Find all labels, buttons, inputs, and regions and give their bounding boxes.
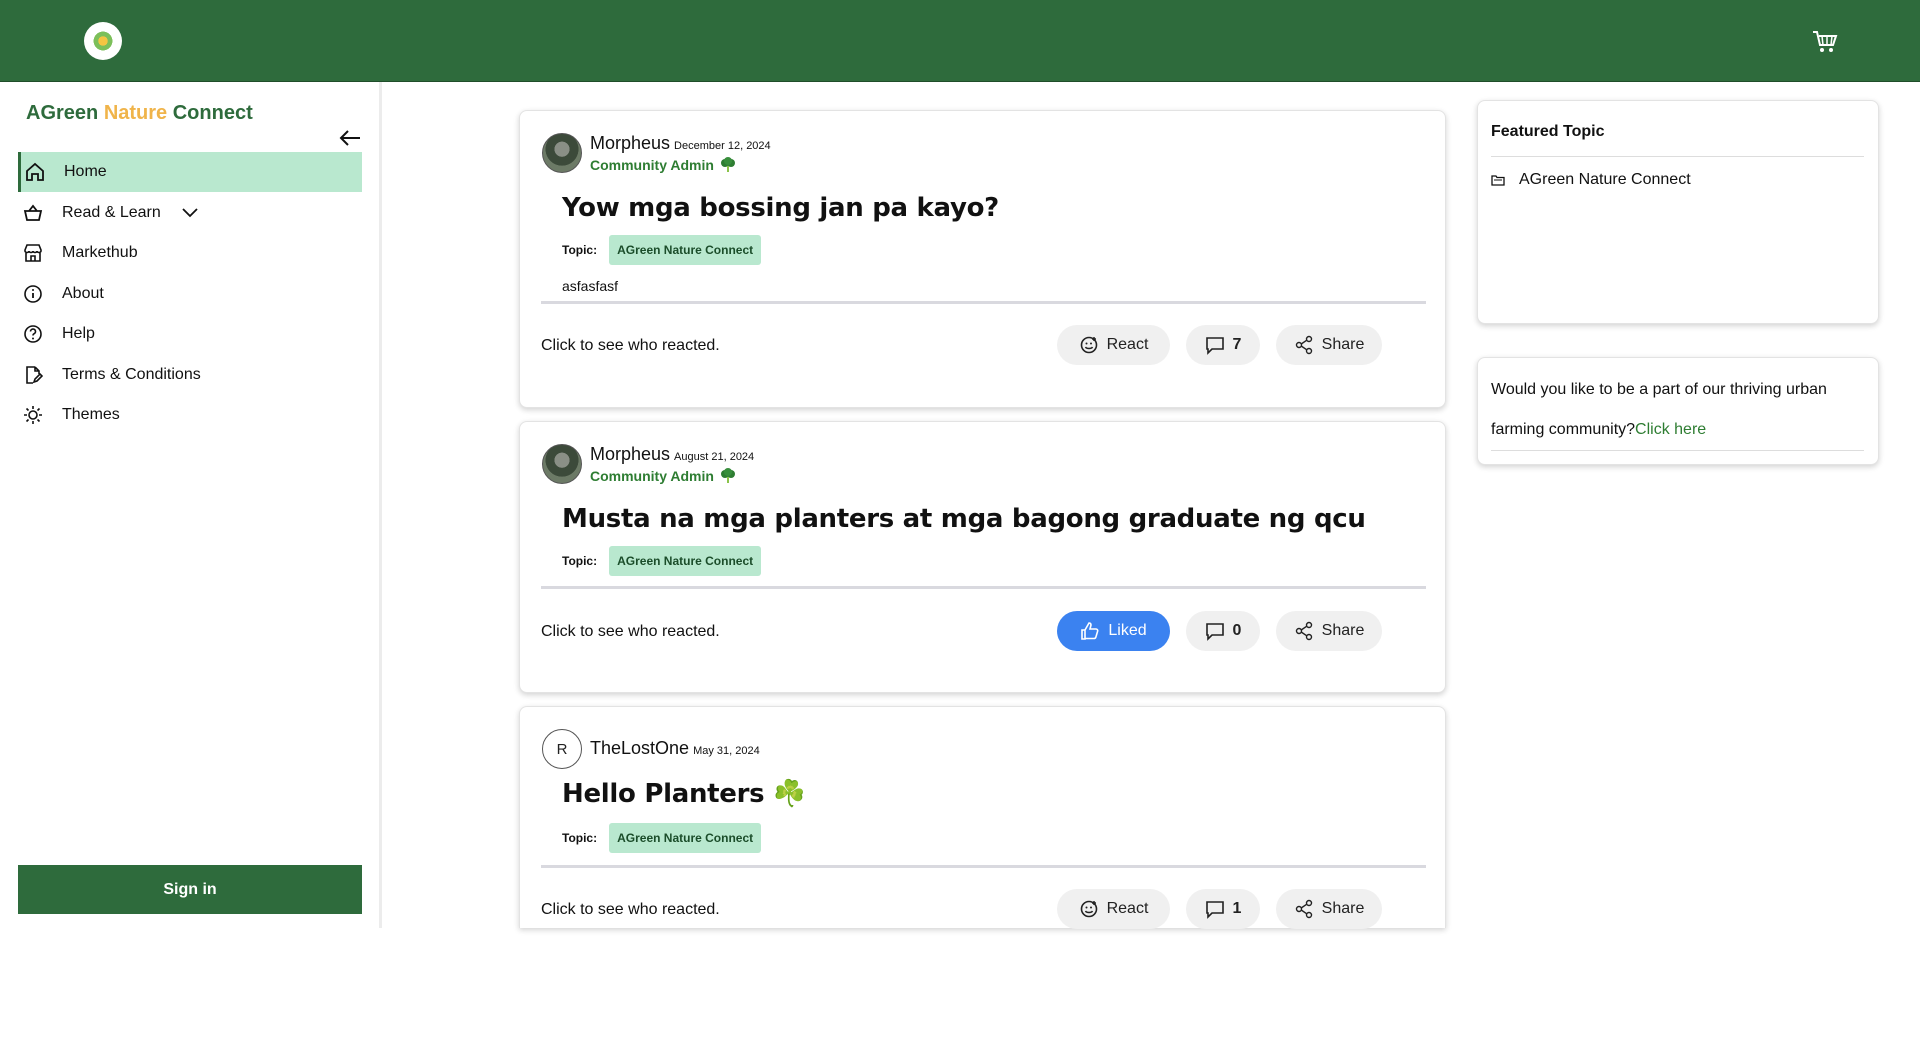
- sidebar-item-markethub[interactable]: Markethub: [18, 233, 362, 273]
- sidebar-item-label: Read & Learn: [62, 203, 161, 221]
- help-icon: [22, 323, 44, 345]
- sidebar-item-label: Terms & Conditions: [62, 365, 201, 383]
- post-divider: [541, 865, 1426, 868]
- sidebar-item-label: Home: [64, 163, 107, 180]
- comment-button[interactable]: 0: [1186, 611, 1260, 651]
- sidebar-item-read-learn[interactable]: Read & Learn: [18, 193, 362, 233]
- agreen-logo[interactable]: [84, 22, 122, 60]
- sidebar-item-label: Help: [62, 325, 95, 342]
- broccoli-icon: [720, 157, 735, 172]
- topic-label: Topic:: [562, 831, 598, 845]
- topic-row: Topic: AGreen Nature Connect: [562, 823, 762, 853]
- post-title[interactable]: Musta na mga planters at mga bagong grad…: [562, 504, 1366, 534]
- thumbs-up-icon: [1081, 622, 1099, 640]
- post-actions: React 7 Share: [1057, 325, 1398, 365]
- sidebar-item-about[interactable]: About: [18, 274, 362, 314]
- post-card: Morpheus August 21, 2024 Community Admin…: [519, 421, 1446, 693]
- sidebar-item-label: About: [62, 284, 104, 302]
- sidebar-item-label: Markethub: [62, 244, 138, 261]
- collapse-arrow-icon[interactable]: [338, 128, 362, 148]
- avatar[interactable]: [542, 133, 582, 173]
- topic-chip[interactable]: AGreen Nature Connect: [609, 823, 762, 853]
- topic-row: Topic: AGreen Nature Connect: [562, 546, 762, 576]
- post-date: August 21, 2024: [674, 451, 755, 463]
- sidebar-item-terms[interactable]: Terms & Conditions: [18, 355, 362, 395]
- topic-chip[interactable]: AGreen Nature Connect: [609, 546, 762, 576]
- join-community-text: Would you like to be a part of our thriv…: [1491, 381, 1827, 438]
- post-author[interactable]: TheLostOne: [590, 738, 689, 759]
- featured-topic-item[interactable]: AGreen Nature Connect: [1491, 171, 1691, 189]
- basket-icon: [22, 202, 44, 224]
- sidebar-nav: Home Read & Learn Markethub About Help T…: [18, 152, 362, 436]
- sun-icon: [22, 404, 44, 426]
- sidebar-item-home[interactable]: Home: [18, 152, 362, 192]
- author-role: Community Admin: [590, 468, 754, 484]
- comment-icon: [1205, 901, 1224, 919]
- featured-topic-title: Featured Topic: [1491, 123, 1605, 140]
- broccoli-icon: [720, 468, 735, 483]
- author-role: Community Admin: [590, 157, 771, 173]
- post-divider: [541, 586, 1426, 589]
- post-actions: React 1 Share: [1057, 889, 1398, 929]
- topic-chip[interactable]: AGreen Nature Connect: [609, 235, 762, 265]
- divider: [1491, 450, 1864, 451]
- join-community-card: Would you like to be a part of our thriv…: [1477, 357, 1879, 465]
- avatar[interactable]: R: [542, 729, 582, 769]
- post-header: R TheLostOne May 31, 2024: [542, 729, 760, 769]
- sign-in-button[interactable]: Sign in: [18, 865, 362, 914]
- document-edit-icon: [22, 364, 44, 386]
- liked-button[interactable]: Liked: [1057, 611, 1170, 651]
- topic-row: Topic: AGreen Nature Connect: [562, 235, 762, 265]
- react-button[interactable]: React: [1057, 325, 1170, 365]
- share-icon: [1295, 335, 1312, 355]
- post-body: asfasfasf: [562, 278, 619, 294]
- comment-icon: [1205, 623, 1224, 641]
- top-bar: [0, 0, 1920, 82]
- info-icon: [22, 283, 44, 305]
- who-reacted-link[interactable]: Click to see who reacted.: [541, 901, 720, 919]
- smiley-plus-icon: [1080, 336, 1097, 354]
- avatar[interactable]: [542, 444, 582, 484]
- post-author[interactable]: Morpheus: [590, 133, 670, 154]
- sidebar-item-themes[interactable]: Themes: [18, 395, 362, 435]
- react-button[interactable]: React: [1057, 889, 1170, 929]
- post-card: Morpheus December 12, 2024 Community Adm…: [519, 110, 1446, 408]
- topic-label: Topic:: [562, 554, 598, 568]
- smiley-plus-icon: [1080, 900, 1097, 918]
- sidebar: AGreen Nature Connect Home Read & Learn …: [0, 82, 382, 928]
- cart-icon[interactable]: [1812, 30, 1838, 54]
- post-actions: Liked 0 Share: [1057, 611, 1398, 651]
- featured-topic-card: Featured Topic AGreen Nature Connect: [1477, 100, 1879, 324]
- post-date: December 12, 2024: [674, 140, 771, 152]
- post-author[interactable]: Morpheus: [590, 444, 670, 465]
- join-community-link[interactable]: Click here: [1635, 421, 1706, 438]
- share-icon: [1295, 899, 1312, 919]
- who-reacted-link[interactable]: Click to see who reacted.: [541, 623, 720, 641]
- sidebar-item-label: Themes: [62, 406, 120, 423]
- home-icon: [24, 161, 46, 183]
- sidebar-item-help[interactable]: Help: [18, 314, 362, 354]
- brand-title: AGreen Nature Connect: [26, 102, 253, 124]
- divider: [1491, 156, 1864, 157]
- store-icon: [22, 242, 44, 264]
- share-button[interactable]: Share: [1276, 325, 1382, 365]
- post-header: Morpheus December 12, 2024 Community Adm…: [542, 133, 771, 173]
- who-reacted-link[interactable]: Click to see who reacted.: [541, 337, 720, 355]
- share-button[interactable]: Share: [1276, 889, 1382, 929]
- post-card: R TheLostOne May 31, 2024 Hello Planters…: [519, 706, 1446, 929]
- post-divider: [541, 301, 1426, 304]
- comment-button[interactable]: 1: [1186, 889, 1260, 929]
- chevron-down-icon[interactable]: [181, 207, 199, 219]
- share-button[interactable]: Share: [1276, 611, 1382, 651]
- comment-button[interactable]: 7: [1186, 325, 1260, 365]
- topic-label: Topic:: [562, 243, 598, 257]
- post-date: May 31, 2024: [693, 745, 760, 757]
- folder-icon: [1491, 175, 1505, 186]
- share-icon: [1295, 621, 1312, 641]
- post-title[interactable]: Yow mga bossing jan pa kayo?: [562, 193, 999, 223]
- comment-icon: [1205, 337, 1224, 355]
- post-header: Morpheus August 21, 2024 Community Admin: [542, 444, 754, 484]
- post-title[interactable]: Hello Planters ☘️: [562, 779, 805, 809]
